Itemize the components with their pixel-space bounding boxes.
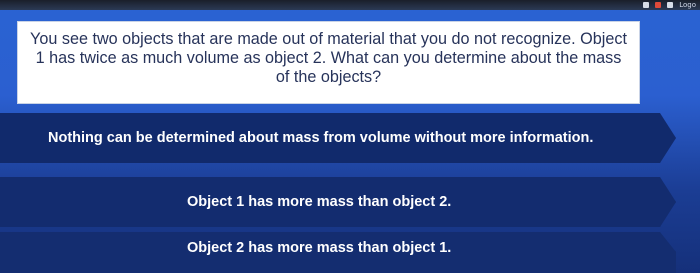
answer-option-label: Nothing can be determined about mass fro… [48,130,594,146]
answer-option-label: Object 1 has more mass than object 2. [187,194,452,210]
answer-option-1[interactable]: Nothing can be determined about mass fro… [0,113,676,163]
answer-option-2[interactable]: Object 1 has more mass than object 2. [0,177,676,227]
system-tray: Logo [643,0,700,10]
question-card: You see two objects that are made out of… [17,21,640,104]
tray-icon [643,2,650,8]
question-text: You see two objects that are made out of… [30,30,627,86]
top-status-bar: Logo [0,0,700,10]
tray-alert-icon [655,2,662,8]
answer-option-3[interactable]: Object 2 has more mass than object 1. [0,232,676,273]
answer-option-label: Object 2 has more mass than object 1. [187,240,452,256]
tray-icon [667,2,674,8]
tray-label: Logo [679,1,696,9]
